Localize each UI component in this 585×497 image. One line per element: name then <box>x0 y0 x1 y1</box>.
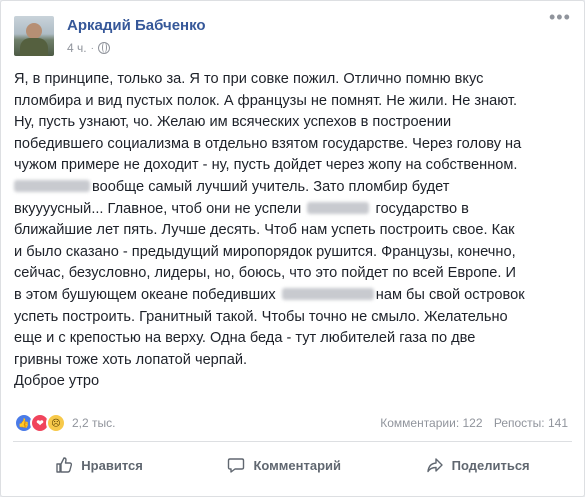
post-line: Я, в принципе, только за. Я то при совке… <box>14 71 484 87</box>
thumbs-up-icon <box>56 457 73 473</box>
author-avatar[interactable] <box>14 16 54 56</box>
share-icon <box>426 458 443 473</box>
post-line: в этом бушующем океане победивших нам бы… <box>14 286 525 303</box>
share-button[interactable]: Поделиться <box>412 450 544 480</box>
post-line: ближайшие лет пять. Лучше десять. Чтоб н… <box>14 222 515 239</box>
comments-count[interactable]: Комментарии: 122 <box>380 416 482 430</box>
post-line: еще и с крепостью на верху. Одна беда - … <box>14 330 476 347</box>
share-button-label: Поделиться <box>451 457 530 473</box>
like-button[interactable]: Нравится <box>41 450 157 480</box>
comment-button-label: Комментарий <box>253 457 342 473</box>
post-line: и было сказано - предыдущий миропорядок … <box>14 243 516 260</box>
like-button-label: Нравится <box>81 457 143 473</box>
post-line: пломбира и вид пустых полок. А французы … <box>14 92 518 109</box>
post-line: Доброе утро <box>14 373 100 390</box>
author-name[interactable]: Аркадий Бабченко <box>67 17 206 34</box>
post-line: вообще самый лучший учитель. Зато пломби… <box>14 177 574 199</box>
post-line: чужом примере не доходит - ну, пусть дой… <box>14 157 518 174</box>
meta-separator: · <box>90 42 94 54</box>
reaction-count[interactable]: 2,2 тыс. <box>72 416 115 430</box>
post-line: победившего социализма в отдельно взятом… <box>14 135 522 152</box>
divider <box>13 441 572 442</box>
post-line: Ну, пусть узнают, чо. Желаю им всяческих… <box>14 114 452 131</box>
redacted-word <box>281 287 374 300</box>
post-card: Аркадий Бабченко 4 ч. · ••• Я, в принцип… <box>0 0 585 497</box>
post-line: гривны тоже хоть лопатой черпай. <box>14 351 248 368</box>
comment-icon <box>228 458 245 473</box>
shares-count[interactable]: Репосты: 141 <box>494 416 568 430</box>
post-actions: Нравится Комментарий Поделиться <box>13 447 572 483</box>
post-timestamp[interactable]: 4 ч. <box>67 41 87 55</box>
post-text: Я, в принципе, только за. Я то при совке… <box>14 69 574 393</box>
more-options-icon[interactable]: ••• <box>549 7 571 28</box>
post-stats: Комментарии: 122 Репосты: 141 <box>372 416 568 430</box>
redacted-word <box>307 201 370 214</box>
sad-reaction-icon: ☹ <box>46 413 66 433</box>
comment-button[interactable]: Комментарий <box>213 450 355 480</box>
post-line: сейчас, безусловно, лидеры, но, боюсь, ч… <box>14 265 516 282</box>
post-line: успеть построить. Гранитный такой. Чтобы… <box>14 308 508 325</box>
post-meta: 4 ч. · <box>67 41 110 55</box>
reactions-summary[interactable]: 👍 ❤ ☹ 2,2 тыс. <box>14 413 115 433</box>
redacted-word <box>14 179 90 192</box>
globe-icon[interactable] <box>97 42 110 54</box>
post-line: вкуууусный... Главное, чтоб они не успел… <box>14 200 469 217</box>
